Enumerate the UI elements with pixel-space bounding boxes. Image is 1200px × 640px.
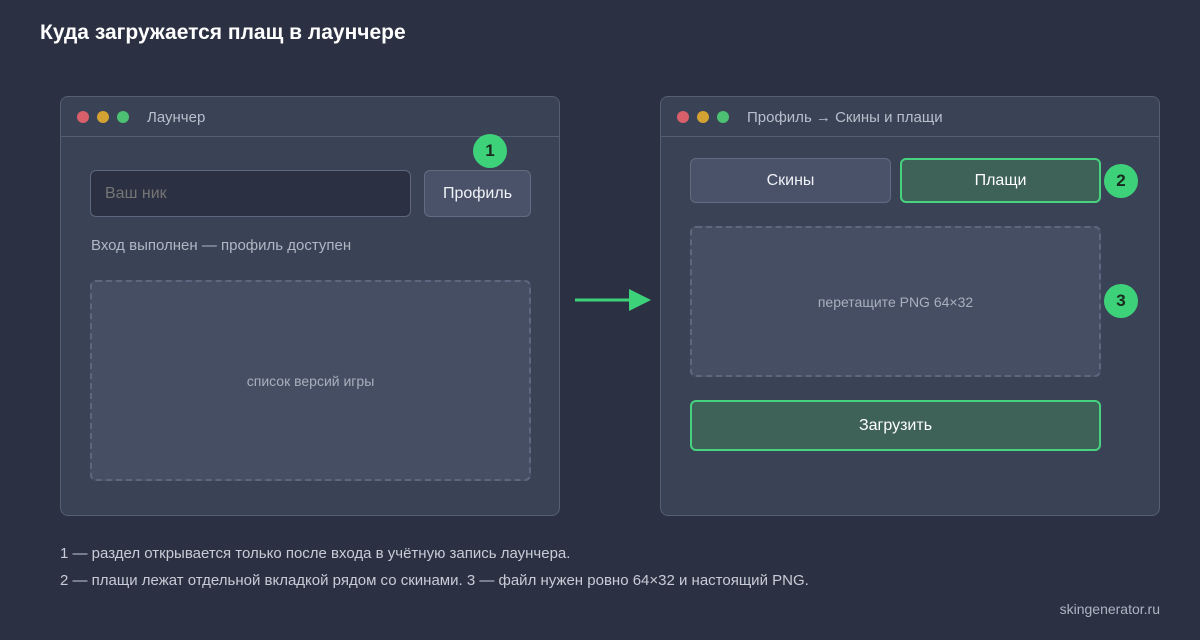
maximize-window-dot[interactable] bbox=[117, 111, 129, 123]
launcher-window: Лаунчер Профиль 1 Вход выполнен — профил… bbox=[60, 96, 560, 516]
step-badge-2: 2 bbox=[1104, 164, 1138, 198]
footnote-2: 2 — плащи лежат отдельной вкладкой рядом… bbox=[60, 572, 809, 589]
arrow-right-icon bbox=[575, 289, 651, 311]
drop-zone-hint: перетащите PNG 64×32 bbox=[817, 293, 974, 310]
launcher-window-title: Лаунчер bbox=[147, 109, 206, 126]
upload-button[interactable]: Загрузить bbox=[690, 400, 1101, 451]
minimize-window-dot[interactable] bbox=[697, 111, 709, 123]
login-status-text: Вход выполнен — профиль доступен bbox=[91, 237, 352, 254]
nickname-input[interactable] bbox=[90, 170, 411, 217]
profile-titlebar: Профиль → Скины и плащи bbox=[661, 97, 1159, 137]
png-drop-zone[interactable]: перетащите PNG 64×32 bbox=[690, 226, 1101, 377]
profile-button[interactable]: Профиль bbox=[424, 170, 531, 217]
profile-window-title: Профиль → Скины и плащи bbox=[747, 109, 943, 126]
maximize-window-dot[interactable] bbox=[717, 111, 729, 123]
tab-skins[interactable]: Скины bbox=[690, 158, 891, 203]
minimize-window-dot[interactable] bbox=[97, 111, 109, 123]
step-badge-1: 1 bbox=[473, 134, 507, 168]
tab-capes[interactable]: Плащи bbox=[900, 158, 1101, 203]
site-credit: skingenerator.ru bbox=[1059, 601, 1160, 617]
profile-window: Профиль → Скины и плащи Скины Плащи 2 пе… bbox=[660, 96, 1160, 516]
footnote-1: 1 — раздел открывается только после вход… bbox=[60, 545, 571, 562]
step-badge-3: 3 bbox=[1104, 284, 1138, 318]
page: Куда загружается плащ в лаунчере Лаунчер… bbox=[0, 0, 1200, 640]
launcher-titlebar: Лаунчер bbox=[61, 97, 559, 137]
close-window-dot[interactable] bbox=[677, 111, 689, 123]
game-versions-placeholder: список версий игры bbox=[246, 372, 375, 389]
page-title: Куда загружается плащ в лаунчере bbox=[40, 21, 406, 44]
game-versions-list[interactable]: список версий игры bbox=[90, 280, 531, 481]
close-window-dot[interactable] bbox=[77, 111, 89, 123]
